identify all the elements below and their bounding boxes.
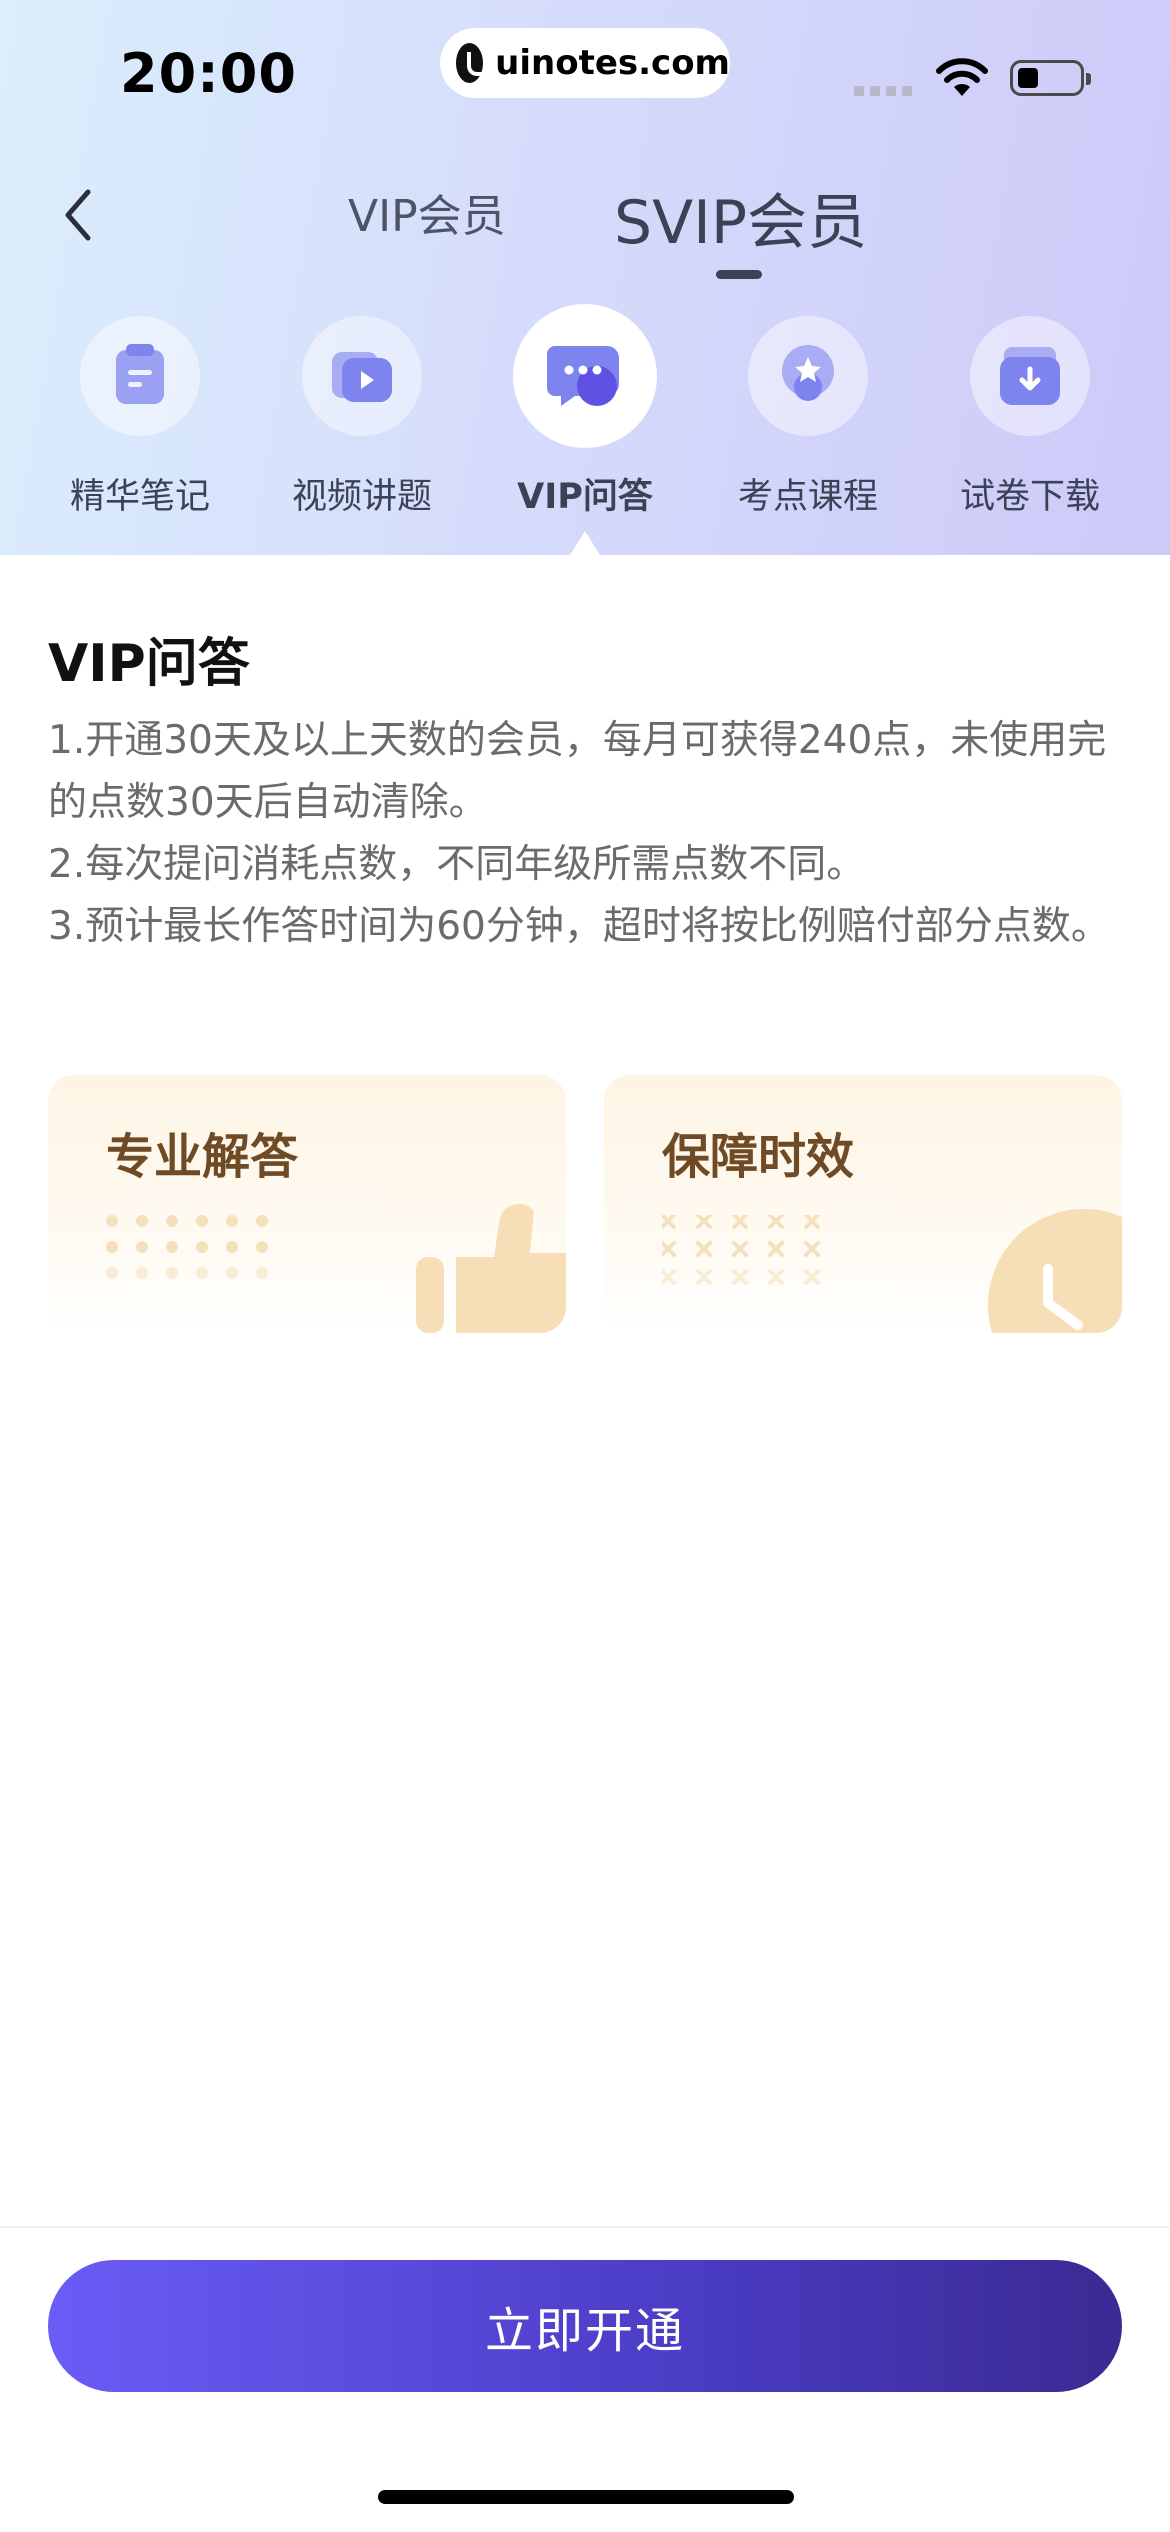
chat-icon [547,346,619,406]
feature-video[interactable]: 视频讲题 [262,316,462,519]
clock-icon [988,1209,1122,1333]
footer-divider [0,2226,1170,2228]
watermark-text: uinotes.com [495,43,730,83]
card-title: 专业解答 [106,1129,299,1185]
tab-vip[interactable]: VIP会员 [348,180,506,244]
active-feature-pointer [570,531,600,555]
tab-svip[interactable]: SVIP会员 [614,174,867,261]
status-time: 20:00 [120,42,297,105]
cross-pattern-decoration [662,1215,820,1285]
feature-label: VIP问答 [517,477,653,517]
detail-line: 3.预计最长作答时间为60分钟，超时将按比例赔付部分点数。 [48,904,1110,949]
home-indicator [378,2490,794,2504]
back-button[interactable] [52,180,112,250]
feature-label: 视频讲题 [291,477,432,517]
thumbs-up-icon [416,1203,566,1333]
dot-pattern-decoration [106,1215,268,1279]
course-icon [782,345,834,401]
feature-label: 精华笔记 [69,477,210,517]
header: 20:00 uinotes.com VIP会员 SVIP会员 精华笔记 视频讲题… [0,0,1170,555]
detail-line: 2.每次提问消耗点数，不同年级所需点数不同。 [48,842,866,887]
detail-line: 1.开通30天及以上天数的会员，每月可获得240点，未使用完的点数30天后自动清… [48,718,1107,825]
feature-download[interactable]: 试卷下载 [930,316,1130,519]
video-icon [332,352,392,402]
cellular-signal-icon [854,86,912,96]
feature-label: 试卷下载 [959,477,1100,517]
subscribe-now-button[interactable]: 立即开通 [48,2260,1122,2392]
detail-title: VIP问答 [48,634,250,694]
watermark-logo-icon [456,43,494,83]
card-professional-answer: 专业解答 [48,1075,566,1333]
card-time-guarantee: 保障时效 [604,1075,1122,1333]
detail-section: VIP问答 1.开通30天及以上天数的会员，每月可获得240点，未使用完的点数3… [48,555,1122,958]
detail-description: 1.开通30天及以上天数的会员，每月可获得240点，未使用完的点数30天后自动清… [48,710,1122,958]
battery-icon [1010,60,1091,96]
download-icon [1000,347,1060,405]
note-icon [116,344,164,404]
feature-course[interactable]: 考点课程 [708,316,908,519]
card-title: 保障时效 [662,1129,855,1185]
tab-active-indicator [716,270,762,279]
feature-vip-qa[interactable]: VIP问答 [485,304,685,519]
wifi-icon [936,58,988,96]
watermark-badge: uinotes.com [440,28,730,98]
feature-notes[interactable]: 精华笔记 [40,316,240,519]
feature-label: 考点课程 [737,477,878,517]
